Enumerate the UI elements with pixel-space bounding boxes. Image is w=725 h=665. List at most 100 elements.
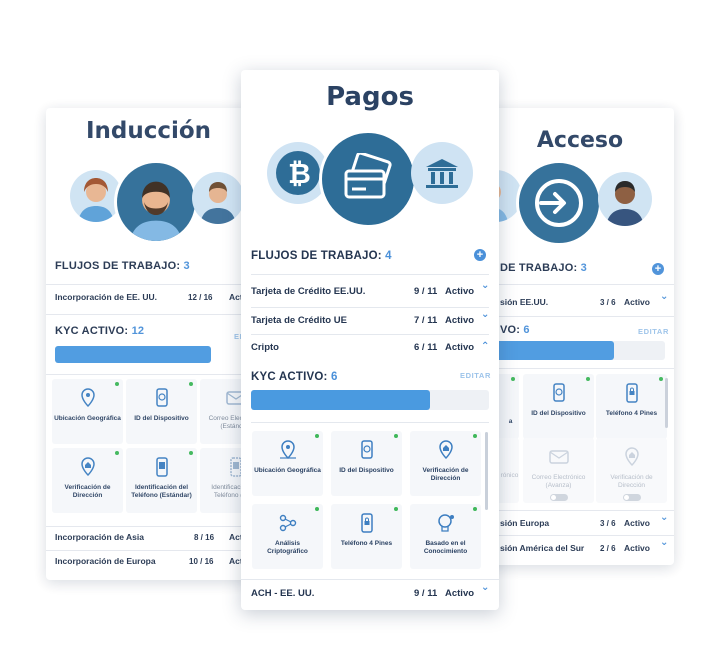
divider [478, 368, 674, 369]
chevron-up-icon[interactable]: ⌃ [481, 341, 489, 352]
kyc-tile[interactable]: ID del Dispositivo [523, 374, 594, 439]
workflow-count: 7 / 11 [414, 315, 438, 326]
workflow-count: 8 / 16 [194, 532, 215, 542]
tile-label: Correo Electrónico (Avanza) [531, 474, 586, 489]
workflow-row[interactable]: Incorporación de Europa 10 / 16 Activ [55, 556, 251, 566]
edit-link[interactable]: EDITAR [460, 371, 491, 380]
workflow-status: Activo [624, 543, 650, 553]
workflows-label-text: DE TRABAJO: [500, 262, 578, 274]
chevron-down-icon[interactable]: ⌄ [481, 582, 489, 593]
kyc-count: 6 [523, 324, 530, 336]
chevron-down-icon[interactable]: ⌄ [660, 537, 668, 548]
divider [251, 274, 489, 275]
kyc-tile[interactable]: Basado en el Conocimiento [410, 504, 481, 569]
active-dot [659, 377, 663, 381]
avatar-man [192, 172, 244, 224]
active-dot [189, 382, 193, 386]
tile-label: Ubicación Geográfica [54, 415, 121, 422]
divider [46, 374, 251, 375]
kyc-tile[interactable]: Correo Electrónico (Avanza) [523, 438, 594, 503]
workflow-row[interactable]: Incorporación de Asia 8 / 16 Activ [55, 532, 251, 542]
kyc-tile[interactable]: ID del Dispositivo [331, 431, 402, 496]
chevron-down-icon[interactable]: ⌄ [481, 309, 489, 320]
divider [478, 316, 674, 317]
active-dot [586, 377, 590, 381]
divider [478, 284, 674, 285]
bank-icon [411, 142, 473, 204]
active-dot [315, 507, 319, 511]
divider [46, 526, 251, 527]
workflow-row[interactable]: Tarjeta de Crédito EE.UU. 9 / 11 Activo … [251, 280, 491, 297]
phone-icon [155, 457, 168, 477]
active-dot [394, 434, 398, 438]
workflow-count: 9 / 11 [414, 588, 438, 599]
card-title: Acceso [536, 128, 624, 153]
active-dot [511, 377, 515, 381]
add-workflow-button[interactable]: + [474, 249, 486, 261]
location-pin-icon [80, 388, 95, 408]
crypto-analysis-icon [279, 514, 296, 532]
workflow-row[interactable]: sión América del Sur 2 / 6 Activo ⌄ [500, 537, 674, 553]
address-pin-icon [438, 440, 453, 460]
tile-toggle[interactable] [622, 494, 641, 501]
induccion-card: Inducción FLUJOS DE TRABAJO: 3 Incorpora… [46, 108, 251, 580]
edit-link[interactable]: EDITAR [638, 327, 669, 336]
workflow-row[interactable]: Cripto 6 / 11 Activo ⌃ [251, 341, 491, 353]
kyc-tile[interactable]: Ubicación Geográfica [52, 379, 123, 444]
workflow-status: Activo [445, 286, 475, 297]
kyc-tile[interactable]: Teléfono 4 Pines [331, 504, 402, 569]
kyc-tile[interactable]: Verificación de Dirección [52, 448, 123, 513]
kyc-tile[interactable]: Verificación de Dirección [410, 431, 481, 496]
kyc-label-text: KYC ACTIVO: [251, 371, 328, 383]
workflow-status: Activo [445, 315, 475, 326]
divider [46, 314, 251, 315]
chevron-down-icon[interactable]: ⌄ [660, 291, 668, 302]
workflow-name: sión Europa [500, 518, 550, 528]
workflow-row[interactable]: Tarjeta de Crédito UE 7 / 11 Activo ⌄ [251, 309, 491, 326]
workflow-name: sión América del Sur [500, 543, 585, 553]
email-icon [548, 450, 569, 464]
kyc-tile[interactable]: Ubicación Geográfica [252, 431, 323, 496]
kyc-tile[interactable]: Verificación de Dirección [596, 438, 667, 503]
workflows-count: 3 [183, 260, 190, 272]
workflows-label: FLUJOS DE TRABAJO: 4 [251, 250, 392, 262]
device-id-icon [155, 388, 168, 407]
workflows-label: DE TRABAJO: 3 [500, 262, 587, 274]
add-workflow-button[interactable]: + [652, 263, 664, 275]
chevron-down-icon[interactable]: ⌄ [481, 280, 489, 291]
kyc-label-text: KYC ACTIVO: [55, 325, 129, 337]
workflow-name: Incorporación de Europa [55, 556, 156, 566]
workflow-row[interactable]: sión EE.UU. 3 / 6 Activo ⌄ [500, 291, 674, 307]
kyc-label: KYC ACTIVO: 6 [251, 371, 338, 383]
scrollbar[interactable] [665, 378, 668, 428]
divider [251, 334, 489, 335]
kyc-tile[interactable]: Análisis Criptográfico [252, 504, 323, 569]
kyc-tile[interactable]: ID del Dispositivo [126, 379, 197, 444]
scrollbar[interactable] [485, 432, 488, 510]
workflow-count: 2 / 6 [600, 543, 616, 553]
kyc-tile[interactable]: Identificación del Teléfono (Estándar) [126, 448, 197, 513]
workflows-label-text: FLUJOS DE TRABAJO: [55, 260, 181, 272]
workflow-row[interactable]: ACH - EE. UU. 9 / 11 Activo ⌄ [251, 582, 491, 599]
kyc-label: VO: 6 [500, 324, 530, 336]
divider [251, 307, 489, 308]
workflow-count: 3 / 6 [600, 297, 616, 307]
workflow-name: ACH - EE. UU. [251, 588, 315, 599]
credit-card-icon [319, 130, 417, 228]
divider [241, 579, 499, 580]
workflow-row[interactable]: Incorporación de EE. UU. 12 / 16 Activ [55, 292, 251, 302]
workflow-count: 3 / 6 [600, 518, 616, 528]
workflows-count: 3 [580, 262, 587, 274]
active-dot [473, 507, 477, 511]
chevron-down-icon[interactable]: ⌄ [660, 512, 668, 523]
kyc-tile[interactable]: Teléfono 4 Pines [596, 374, 667, 439]
tile-label: Basado en el Conocimiento [423, 540, 468, 555]
svg-text:₿: ₿ [288, 158, 311, 188]
location-pin-icon [279, 440, 296, 460]
workflow-name: Tarjeta de Crédito UE [251, 315, 347, 326]
active-dot [473, 434, 477, 438]
tile-toggle[interactable] [549, 494, 568, 501]
workflow-row[interactable]: sión Europa 3 / 6 Activo ⌄ [500, 512, 674, 528]
tile-label: Identificación del Teléfono (Estándar) [131, 484, 192, 499]
login-icon [516, 160, 602, 246]
